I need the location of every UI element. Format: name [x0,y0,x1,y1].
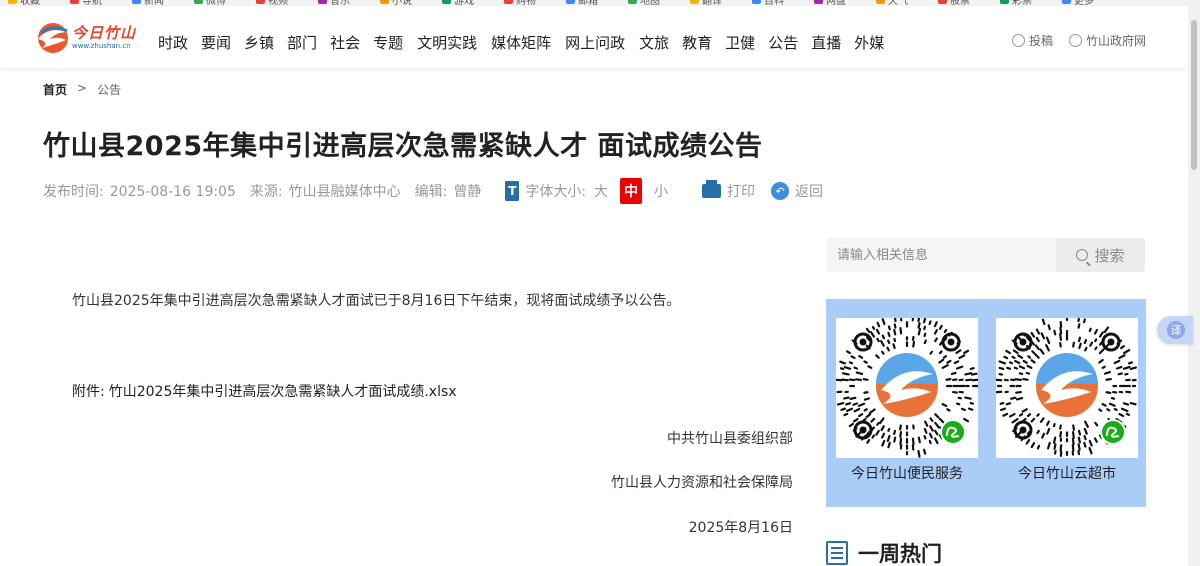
signature-org-2: 竹山县人力资源和社会保障局 [611,475,793,491]
qr-card-services[interactable]: 今日竹山便民服务 [836,318,978,488]
search-input[interactable] [826,238,1056,272]
nav-item[interactable]: 教育 [682,32,712,53]
font-size-label: 字体大小: [525,184,587,200]
nav-item[interactable]: 网上问政 [565,32,625,53]
gov-site-link[interactable]: 竹山政府网 [1068,32,1146,49]
government-icon [1068,34,1082,47]
gov-site-label: 竹山政府网 [1085,34,1146,48]
qr-card-supermarket[interactable]: 今日竹山云超市 [996,318,1138,488]
nav-item[interactable]: 部门 [287,32,317,53]
bookmark-favicon-icon [194,0,203,4]
bookmark-favicon-icon [256,0,265,4]
bookmark-favicon-icon [628,0,637,4]
editor-label: 编辑: [414,184,448,200]
translate-button[interactable]: 译 [1157,316,1193,344]
source-label: 来源: [249,184,283,200]
logo-url: www.zhushan.cn [72,42,131,50]
font-size-icon: T [505,181,520,201]
publish-time-value: 2025-08-16 19:05 [109,184,236,200]
bookmark-favicon-icon [442,0,451,4]
submit-link[interactable]: 投稿 [1011,32,1053,49]
bookmark-favicon-icon [938,0,947,4]
font-size-small-button[interactable]: 小 [654,181,668,201]
nav-item[interactable]: 直播 [811,32,841,53]
font-size-large-button[interactable]: 大 [594,181,608,201]
bookmark-favicon-icon [690,0,699,4]
submit-icon [1011,34,1025,47]
bookmark-favicon-icon [876,0,885,4]
bookmark-favicon-icon [318,0,327,4]
bookmark-favicon-icon [752,0,761,4]
breadcrumb: 首页 > 公告 [43,81,121,98]
site-logo[interactable]: 今日竹山 www.zhushan.cn [36,20,154,56]
publish-time: 发布时间: 2025-08-16 19:05 [43,181,236,201]
bookmark-favicon-icon [132,0,141,4]
article-editor: 编辑: 曾静 [415,181,482,201]
bookmark-favicon-icon [566,0,575,4]
nav-item[interactable]: 社会 [330,32,360,53]
signature-org-1: 中共竹山县委组织部 [667,431,793,447]
article-meta: 发布时间: 2025-08-16 19:05 来源: 竹山县融媒体中心 编辑: 曾静 … [43,178,823,204]
qr-label: 今日竹山云超市 [996,458,1138,488]
publish-time-label: 发布时间: [43,184,104,200]
bookmark-favicon-icon [1062,0,1071,4]
translate-icon: 译 [1167,321,1185,339]
search-icon [1076,249,1089,261]
sidebar-search: 搜索 [826,238,1145,272]
back-button[interactable]: 返回 [795,181,823,201]
bookmark-favicon-icon [814,0,823,4]
article-source: 来源: 竹山县融媒体中心 [250,181,401,201]
page-scrollbar[interactable] [1188,0,1200,566]
main-nav: 时政 要闻 乡镇 部门 社会 专题 文明实践 媒体矩阵 网上问政 文旅 教育 卫健 公告 直播 外媒 [158,32,897,53]
attachment-link[interactable]: 竹山2025年集中引进高层次急需紧缺人才面试成绩.xlsx [109,384,457,400]
print-button[interactable]: 打印 [727,181,755,201]
nav-item[interactable]: 乡镇 [244,32,274,53]
search-button[interactable]: 搜索 [1056,238,1145,272]
nav-item[interactable]: 专题 [373,32,403,53]
nav-item[interactable]: 文明实践 [417,32,477,53]
source-value: 竹山县融媒体中心 [288,184,401,200]
breadcrumb-separator: > [77,81,88,95]
nav-item[interactable]: 时政 [158,32,188,53]
weekly-hot-heading: 一周热门 [826,538,942,566]
bookmark-favicon-icon [504,0,513,4]
search-button-label: 搜索 [1094,246,1125,265]
submit-label: 投稿 [1028,34,1053,48]
logo-swoosh-icon [36,22,70,54]
breadcrumb-home[interactable]: 首页 [43,81,67,98]
scrollbar-thumb[interactable] [1191,20,1197,170]
editor-value: 曾静 [453,184,482,200]
qr-code-panel: 今日竹山便民服务 今日竹山云超市 [826,299,1146,507]
attachment-label: 附件: [72,384,105,400]
miniprogram-qr-code-icon [836,318,978,458]
qr-label: 今日竹山便民服务 [836,458,978,488]
font-size-medium-button[interactable]: 中 [620,178,643,204]
site-header: 今日竹山 www.zhushan.cn 时政 要闻 乡镇 部门 社会 专题 文明实践 媒体矩阵… [0,6,1188,68]
nav-item[interactable]: 卫健 [725,32,755,53]
article-title: 竹山县2025年集中引进高层次急需紧缺人才 面试成绩公告 [43,131,763,162]
article-paragraph: 竹山县2025年集中引进高层次急需紧缺人才面试已于8月16日下午结束，现将面试成… [72,293,681,309]
miniprogram-qr-code-icon [996,318,1138,457]
breadcrumb-current[interactable]: 公告 [97,81,121,98]
bookmark-favicon-icon [70,0,79,4]
printer-icon[interactable] [702,180,722,198]
header-links: 投稿 竹山政府网 [1011,32,1146,49]
nav-item[interactable]: 要闻 [201,32,231,53]
nav-item[interactable]: 文旅 [639,32,669,53]
logo-text: 今日竹山 [72,24,137,42]
nav-item[interactable]: 媒体矩阵 [491,32,551,53]
news-list-icon [826,541,848,565]
nav-item[interactable]: 外媒 [854,32,884,53]
bookmark-favicon-icon [380,0,389,4]
signature-date: 2025年8月16日 [688,520,793,536]
attachment-line: 附件: 竹山2025年集中引进高层次急需紧缺人才面试成绩.xlsx [72,381,457,401]
bookmark-favicon-icon [1000,0,1009,4]
bookmark-favicon-icon [8,0,17,4]
weekly-hot-title: 一周热门 [858,542,942,566]
nav-item[interactable]: 公告 [768,32,798,53]
back-arrow-icon[interactable]: ↶ [771,182,790,200]
